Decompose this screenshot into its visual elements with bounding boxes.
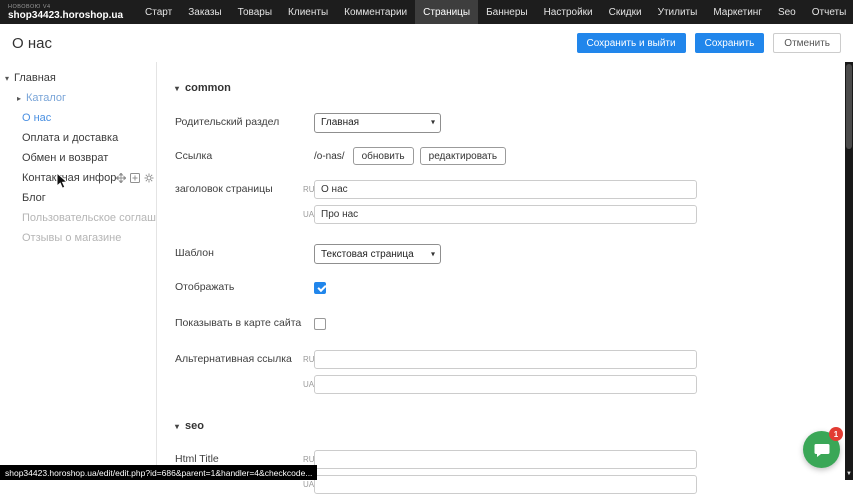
tree-item-label: Оплата и доставка xyxy=(22,132,118,144)
chat-notification-badge: 1 xyxy=(829,427,843,441)
nav-item-utilities[interactable]: Утилиты xyxy=(650,0,706,24)
caret-down-icon: ▾ xyxy=(175,84,179,93)
link-refresh-button[interactable]: обновить xyxy=(353,147,414,165)
nav-item-products[interactable]: Товары xyxy=(230,0,280,24)
section-seo-header[interactable]: ▾ seo xyxy=(175,420,853,432)
tree-item-payment-delivery[interactable]: Оплата и доставка xyxy=(0,128,156,148)
tree-item-catalog[interactable]: ▸ Каталог xyxy=(0,88,156,108)
html-title-ru-input[interactable] xyxy=(314,450,697,469)
ua-lang-label: UA xyxy=(303,375,314,394)
html-title-ua-input[interactable] xyxy=(314,475,697,494)
ua-lang-label: UA xyxy=(303,205,314,224)
alt-link-ua-input[interactable] xyxy=(314,375,697,394)
page-title: О нас xyxy=(12,35,52,52)
chat-widget-button[interactable]: 1 xyxy=(803,431,840,468)
parent-section-select-wrap: Главная xyxy=(314,112,441,133)
save-button[interactable]: Сохранить xyxy=(695,33,765,53)
page-title-ru-input[interactable] xyxy=(314,180,697,199)
tree-item-shop-reviews[interactable]: Отзывы о магазине xyxy=(0,228,156,248)
tree-item-label: Блог xyxy=(22,192,46,204)
parent-section-row: Родительский раздел Главная xyxy=(175,112,853,133)
tree-item-blog[interactable]: Блог xyxy=(0,188,156,208)
tree-item-label: Каталог xyxy=(26,92,66,104)
tree-item-label: Главная xyxy=(14,72,56,84)
template-select-wrap: Текстовая страница xyxy=(314,244,441,265)
link-value: /o-nas/ xyxy=(314,151,345,162)
move-icon[interactable] xyxy=(116,173,126,183)
tree-item-label: О нас xyxy=(22,112,51,124)
tree-item-home[interactable]: ▾ Главная xyxy=(0,68,156,88)
page-title-row: заголовок страницы RU UA xyxy=(175,180,853,224)
display-label: Отображать xyxy=(175,278,303,297)
ru-lang-label: RU xyxy=(303,180,314,199)
link-row: Ссылка /o-nas/ обновить редактировать xyxy=(175,147,853,166)
display-row: Отображать xyxy=(175,278,853,297)
section-common-title: common xyxy=(185,82,231,94)
html-title-label: Html Title xyxy=(175,453,219,465)
alt-link-row: Альтернативная ссылка RU UA xyxy=(175,350,853,394)
nav-item-settings[interactable]: Настройки xyxy=(536,0,601,24)
nav-item-clients[interactable]: Клиенты xyxy=(280,0,336,24)
chat-bubble-icon xyxy=(813,441,831,459)
nav-item-marketing[interactable]: Маркетинг xyxy=(705,0,770,24)
browser-status-url: shop34423.horoshop.ua/edit/edit.php?id=6… xyxy=(0,465,317,480)
page-edit-form: ▾ common Родительский раздел Главная Ссы… xyxy=(157,62,853,480)
pages-tree-sidebar: ▾ Главная ▸ Каталог О нас Оплата и доста… xyxy=(0,62,157,480)
content-area: ▾ Главная ▸ Каталог О нас Оплата и доста… xyxy=(0,62,853,480)
link-label: Ссылка xyxy=(175,147,303,166)
tree-item-label: Пользовательское соглашение xyxy=(22,212,156,224)
top-navigation: Старт Заказы Товары Клиенты Комментарии … xyxy=(137,0,853,24)
alt-link-label: Альтернативная ссылка xyxy=(175,350,303,369)
tree-item-about-selected[interactable]: О нас xyxy=(0,108,156,128)
page-title-label: заголовок страницы xyxy=(175,180,303,199)
nav-item-orders[interactable]: Заказы xyxy=(180,0,229,24)
topbar: НОВОВОЮ V4 shop34423.horoshop.ua Старт З… xyxy=(0,0,853,24)
scrollbar-thumb[interactable] xyxy=(846,64,852,149)
alt-link-ru-input[interactable] xyxy=(314,350,697,369)
tree-item-label: Отзывы о магазине xyxy=(22,232,121,244)
section-common-header[interactable]: ▾ common xyxy=(175,82,853,94)
nav-item-seo[interactable]: Seo xyxy=(770,0,804,24)
save-and-exit-button[interactable]: Сохранить и выйти xyxy=(577,33,686,53)
cancel-button[interactable]: Отменить xyxy=(773,33,841,53)
tree-item-label: Обмен и возврат xyxy=(22,152,108,164)
caret-down-icon[interactable]: ▾ xyxy=(5,74,14,83)
add-page-icon[interactable] xyxy=(130,173,140,183)
page-title-ua-input[interactable] xyxy=(314,205,697,224)
parent-section-select[interactable]: Главная xyxy=(314,113,441,133)
template-select[interactable]: Текстовая страница xyxy=(314,244,441,264)
tree-item-contact-info[interactable]: Контактная инфор xyxy=(0,168,156,188)
nav-item-banners[interactable]: Баннеры xyxy=(478,0,535,24)
sitemap-row: Показывать в карте сайта xyxy=(175,314,853,333)
parent-section-label: Родительский раздел xyxy=(175,113,303,132)
tree-item-hover-actions xyxy=(116,173,156,183)
template-row: Шаблон Текстовая страница xyxy=(175,244,853,265)
nav-item-start[interactable]: Старт xyxy=(137,0,180,24)
tree-item-exchange-return[interactable]: Обмен и возврат xyxy=(0,148,156,168)
tree-item-label: Контактная инфор xyxy=(22,172,116,184)
nav-item-discounts[interactable]: Скидки xyxy=(601,0,650,24)
link-edit-button[interactable]: редактировать xyxy=(420,147,506,165)
section-seo-title: seo xyxy=(185,420,204,432)
page-header: О нас Сохранить и выйти Сохранить Отмени… xyxy=(0,24,853,62)
scroll-down-arrow-icon[interactable]: ▼ xyxy=(845,471,853,477)
display-checkbox[interactable] xyxy=(314,282,326,294)
ru-lang-label: RU xyxy=(303,350,314,369)
caret-right-icon[interactable]: ▸ xyxy=(17,94,26,103)
caret-down-icon: ▾ xyxy=(175,422,179,431)
scrollbar[interactable]: ▼ xyxy=(845,62,853,480)
tree-item-user-agreement[interactable]: Пользовательское соглашение xyxy=(0,208,156,228)
brand-logo[interactable]: НОВОВОЮ V4 shop34423.horoshop.ua xyxy=(0,0,137,24)
brand-shop-name: shop34423.horoshop.ua xyxy=(8,10,123,21)
template-label: Шаблон xyxy=(175,244,303,263)
nav-item-pages[interactable]: Страницы xyxy=(415,0,478,24)
gear-icon[interactable] xyxy=(144,173,154,183)
sitemap-checkbox[interactable] xyxy=(314,318,326,330)
sitemap-label: Показывать в карте сайта xyxy=(175,314,303,333)
header-actions: Сохранить и выйти Сохранить Отменить xyxy=(577,33,842,53)
nav-item-reports[interactable]: Отчеты xyxy=(804,0,853,24)
nav-item-comments[interactable]: Комментарии xyxy=(336,0,415,24)
